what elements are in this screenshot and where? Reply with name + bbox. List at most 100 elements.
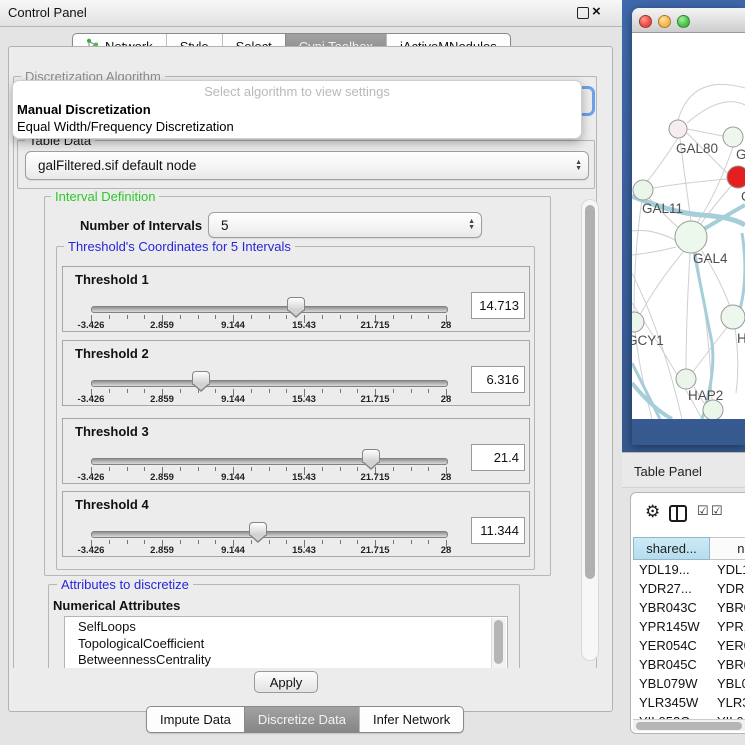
tick-mark	[251, 315, 252, 319]
network-node[interactable]	[633, 180, 653, 200]
tick-mark	[109, 315, 110, 319]
tick-label: 9.144	[209, 472, 257, 483]
tick-mark	[198, 540, 199, 544]
table-row[interactable]: YLR345WYLR3	[633, 693, 745, 712]
tick-mark	[393, 389, 394, 393]
network-node[interactable]	[721, 305, 745, 329]
node-label: H	[737, 331, 745, 346]
network-node[interactable]	[632, 312, 644, 332]
network-node[interactable]	[723, 127, 743, 147]
threshold-label: Threshold 2	[75, 346, 149, 361]
column-header-shared-name[interactable]: shared...	[633, 537, 710, 560]
checkbox-icon[interactable]: ☑	[697, 503, 709, 519]
slider-track[interactable]	[91, 458, 448, 465]
slider-track[interactable]	[91, 380, 448, 387]
tick-mark	[411, 389, 412, 393]
minimize-traffic-light-icon[interactable]	[658, 15, 671, 28]
combo-value: 5	[221, 213, 229, 237]
tick-label: 15.43	[280, 472, 328, 483]
table-row[interactable]: YBR043CYBR0	[633, 598, 745, 617]
tick-mark	[215, 540, 216, 544]
dropdown-option-manual[interactable]: Manual Discretization	[17, 102, 151, 117]
tick-mark	[286, 540, 287, 544]
tick-mark	[144, 540, 145, 544]
table-hscrollbar[interactable]	[633, 719, 745, 731]
threshold-label: Threshold 3	[75, 424, 149, 439]
tick-label: -3.426	[67, 320, 115, 331]
tick-mark	[180, 315, 181, 319]
table-row[interactable]: YPR145WYPR1	[633, 617, 745, 636]
tick-label: 9.144	[209, 394, 257, 405]
tab-discretize-data[interactable]: Discretize Data	[244, 707, 359, 732]
list-item[interactable]: BetweennessCentrality	[65, 652, 491, 668]
tick-mark	[269, 389, 270, 393]
table-row[interactable]: YDR27...YDR2	[633, 579, 745, 598]
tick-mark	[180, 540, 181, 544]
dropdown-option-equal-width[interactable]: Equal Width/Frequency Discretization	[17, 119, 234, 134]
threshold-value-input[interactable]: 21.4	[471, 444, 525, 471]
column-header-name[interactable]: na	[710, 537, 745, 560]
network-node[interactable]	[676, 369, 696, 389]
threshold-value-input[interactable]: 14.713	[471, 292, 525, 319]
table-panel-title: Table Panel	[634, 464, 702, 479]
dropdown-prompt: Select algorithm to view settings	[13, 84, 581, 99]
scrollbar-thumb[interactable]	[494, 620, 503, 664]
tick-label: 28	[422, 545, 470, 556]
threshold-value-input[interactable]: 6.316	[471, 366, 525, 393]
apply-button[interactable]: Apply	[254, 671, 318, 693]
slider-handle[interactable]	[287, 297, 305, 311]
node-label: GAL11	[642, 201, 683, 216]
group-title: Interval Definition	[51, 189, 159, 204]
slider-track[interactable]	[91, 531, 448, 538]
tab-infer-network[interactable]: Infer Network	[359, 707, 463, 732]
table-row[interactable]: YDL19...YDL1	[633, 560, 745, 579]
table-row[interactable]: YBR045CYBR0	[633, 655, 745, 674]
slider-handle[interactable]	[362, 449, 380, 463]
network-view-window[interactable]: GAL80G.CGAL11GAL4GCY1HHAP2	[632, 8, 745, 445]
table-row[interactable]: YBL079WYBL0	[633, 674, 745, 693]
tick-mark	[127, 315, 128, 319]
panel-scrollbar[interactable]	[581, 199, 599, 661]
slider-track[interactable]	[91, 306, 448, 313]
tick-label: 21.715	[351, 472, 399, 483]
scrollbar-thumb[interactable]	[636, 722, 742, 730]
table-row[interactable]: YER054CYER0	[633, 636, 745, 655]
close-icon[interactable]: ×	[592, 2, 601, 22]
columns-icon[interactable]	[669, 505, 687, 522]
threshold-value-input[interactable]: 11.344	[471, 517, 525, 544]
tick-label: 21.715	[351, 545, 399, 556]
tick-mark	[180, 467, 181, 471]
tick-mark	[144, 315, 145, 319]
checkbox-icon[interactable]: ☑	[711, 503, 723, 519]
zoom-traffic-light-icon[interactable]	[677, 15, 690, 28]
cyni-mode-tabs: Impute Data Discretize Data Infer Networ…	[146, 706, 464, 733]
slider-handle[interactable]	[192, 371, 210, 385]
close-traffic-light-icon[interactable]	[639, 15, 652, 28]
tick-mark	[198, 467, 199, 471]
network-window-titlebar[interactable]	[632, 8, 745, 33]
network-canvas[interactable]: GAL80G.CGAL11GAL4GCY1HHAP2	[632, 33, 745, 419]
number-of-intervals-combo[interactable]: 5 ▲▼	[208, 212, 482, 238]
list-item[interactable]: TopologicalCoefficient	[65, 636, 491, 653]
tick-mark	[286, 467, 287, 471]
network-node[interactable]	[675, 221, 707, 253]
numerical-attributes-list[interactable]: SelfLoopsTopologicalCoefficientBetweenne…	[64, 616, 508, 668]
table-data-combo[interactable]: galFiltered.sif default node ▲▼	[25, 151, 589, 180]
tick-mark	[109, 540, 110, 544]
gear-icon[interactable]: ⚙	[645, 502, 660, 522]
tab-impute-data[interactable]: Impute Data	[147, 707, 244, 732]
slider-handle[interactable]	[249, 522, 267, 536]
tick-mark	[215, 315, 216, 319]
node-label: C	[741, 189, 745, 204]
network-node[interactable]	[669, 120, 687, 138]
float-window-icon[interactable]	[577, 7, 589, 19]
scrollbar-thumb[interactable]	[585, 205, 595, 579]
list-scrollbar[interactable]	[491, 618, 506, 668]
tick-label: 21.715	[351, 394, 399, 405]
tick-label: -3.426	[67, 545, 115, 556]
tick-mark	[215, 389, 216, 393]
list-item[interactable]: SelfLoops	[65, 619, 491, 636]
network-node[interactable]	[727, 166, 745, 188]
tick-mark	[215, 467, 216, 471]
group-title: Attributes to discretize	[57, 577, 193, 592]
